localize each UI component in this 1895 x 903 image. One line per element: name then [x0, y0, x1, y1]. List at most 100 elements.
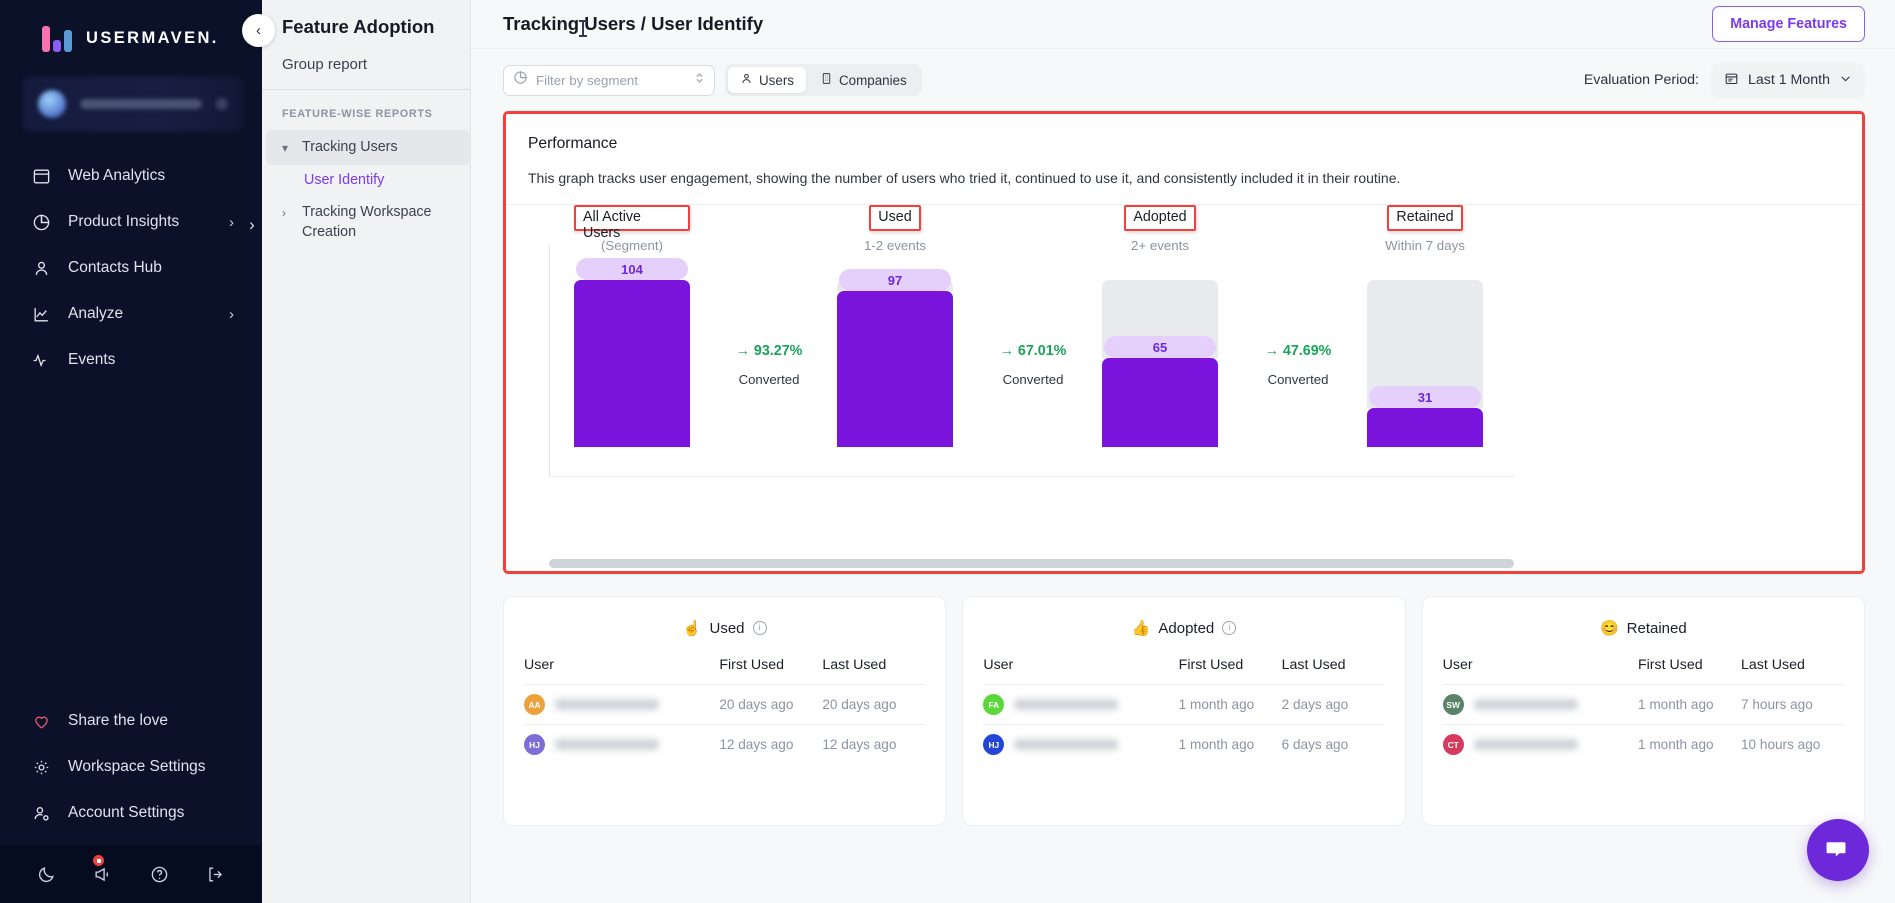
chart-x-axis	[549, 476, 1514, 477]
table-row[interactable]: AA 20 days ago 20 days ago	[524, 684, 926, 725]
first-used-cell: 1 month ago	[1637, 724, 1741, 764]
table-header-row: User First Used Last Used	[983, 657, 1384, 685]
workspace-avatar	[38, 90, 66, 118]
browser-icon	[30, 165, 52, 187]
avatar: AA	[524, 694, 545, 715]
column-title: All Active Users	[574, 205, 690, 241]
sidebar-item-tracking-workspace-creation[interactable]: › Tracking Workspace Creation	[266, 195, 470, 250]
chevron-updown-icon	[694, 71, 705, 90]
sidebar-item-account-settings[interactable]: Account Settings	[8, 791, 254, 835]
chevron-right-icon: ›	[282, 206, 286, 221]
last-used-cell: 6 days ago	[1281, 724, 1385, 764]
table-row[interactable]: FA 1 month ago 2 days ago	[983, 684, 1385, 725]
help-circle-icon[interactable]	[150, 865, 169, 884]
user-name-redacted	[555, 739, 659, 750]
conversion-percent: → 47.69%	[1233, 343, 1363, 359]
sidebar-item-workspace-settings[interactable]: Workspace Settings	[8, 745, 254, 789]
text-cursor	[579, 20, 587, 37]
funnel-column-retained: Retained Within 7 days 31	[1367, 205, 1483, 447]
control-bar-right: Evaluation Period: Last 1 Month	[1584, 62, 1865, 98]
column-header-first-used: First Used	[1178, 657, 1244, 673]
bar-fill[interactable]	[1102, 358, 1218, 447]
funnel-chart: All Active Users (Segment) 104 → 93.27% …	[506, 205, 1862, 571]
pulse-icon	[30, 349, 52, 371]
user-name-redacted	[1473, 739, 1578, 750]
user-name-redacted	[1014, 739, 1119, 750]
performance-section: Performance This graph tracks user engag…	[471, 111, 1895, 574]
brand-logo-area[interactable]: USERMAVEN.	[0, 0, 262, 70]
chat-support-button[interactable]	[1807, 819, 1869, 881]
user-card-adopted: 👍 Adopted i User First Used Last Used FA…	[962, 596, 1406, 826]
info-icon[interactable]: i	[752, 621, 767, 635]
sidebar-item-contacts-hub[interactable]: Contacts Hub	[8, 246, 254, 290]
moon-icon[interactable]	[37, 865, 56, 884]
chart-horizontal-scrollbar[interactable]	[549, 559, 1514, 568]
sidebar-item-analyze[interactable]: Analyze ›	[8, 292, 254, 336]
column-title: Retained	[1387, 205, 1463, 231]
user-name-redacted	[1473, 699, 1578, 710]
sidebar-item-tracking-users[interactable]: ▾ Tracking Users	[266, 130, 470, 166]
column-subtitle: Within 7 days	[1385, 238, 1465, 253]
bar-fill[interactable]	[837, 291, 953, 447]
card-title: Retained	[1626, 619, 1687, 637]
bar-value-label: 65	[1104, 336, 1216, 358]
building-icon	[820, 72, 833, 88]
table-row[interactable]: HJ 1 month ago 6 days ago	[983, 724, 1385, 764]
collapse-panel-button[interactable]: ‹	[242, 14, 275, 47]
toggle-companies-label: Companies	[838, 72, 907, 88]
table-row[interactable]: HJ 12 days ago 12 days ago	[524, 724, 926, 764]
first-used-cell: 1 month ago	[1637, 684, 1741, 725]
card-title-row: 😊 Retained	[1443, 613, 1844, 643]
first-used-cell: 1 month ago	[1178, 724, 1282, 764]
avatar: FA	[983, 694, 1005, 715]
logout-icon[interactable]	[206, 865, 225, 884]
sidebar-item-user-identify[interactable]: User Identify	[262, 165, 470, 195]
sidebar-label: Product Insights	[68, 213, 180, 230]
users-table: User First Used Last Used SW 1 month ago…	[1442, 657, 1844, 764]
chart-area-icon	[30, 303, 52, 325]
sidebar-item-share-the-love[interactable]: Share the love	[8, 699, 254, 743]
evaluation-period-select[interactable]: Last 1 Month	[1710, 62, 1865, 98]
bar-fill[interactable]	[574, 280, 690, 447]
control-bar-left: Filter by segment Users Companies	[503, 64, 922, 96]
sidebar-label: Web Analytics	[68, 167, 166, 184]
user-card-retained: 😊 Retained User First Used Last Used SW	[1421, 596, 1865, 826]
table-header-row: User First Used Last Used	[1443, 657, 1844, 685]
primary-sidebar: USERMAVEN. Web Analytics Product Insight…	[0, 0, 262, 903]
info-icon[interactable]: i	[1222, 621, 1237, 635]
column-title: Used	[869, 205, 921, 231]
main-nav: Web Analytics Product Insights › Contact…	[0, 154, 262, 382]
conversion-value: 67.01%	[1017, 343, 1067, 359]
notification-badge	[91, 853, 106, 868]
usermaven-logo-icon	[42, 24, 72, 52]
audience-toggle-group: Users Companies	[725, 64, 922, 96]
first-used-cell: 1 month ago	[1178, 684, 1282, 725]
column-title-row: All Active Users	[574, 205, 690, 241]
conversion-used-to-adopted: → 67.01% Converted	[968, 343, 1098, 387]
brand-name: USERMAVEN.	[86, 28, 219, 47]
first-used-cell: 20 days ago	[719, 684, 823, 725]
toggle-users[interactable]: Users	[728, 67, 806, 93]
conversion-percent: → 93.27%	[704, 343, 834, 359]
manage-features-button[interactable]: Manage Features	[1712, 6, 1865, 42]
workspace-chevron-icon	[216, 98, 228, 110]
toggle-companies[interactable]: Companies	[808, 67, 919, 93]
sidebar-label: Events	[68, 351, 116, 368]
last-used-cell: 2 days ago	[1281, 684, 1385, 725]
sidebar-item-web-analytics[interactable]: Web Analytics	[8, 154, 254, 198]
sidebar-item-events[interactable]: Events	[8, 338, 254, 382]
table-row[interactable]: SW 1 month ago 7 hours ago	[1442, 684, 1844, 725]
sidebar-item-group-report[interactable]: Group report	[262, 38, 470, 89]
calendar-icon	[1724, 71, 1739, 90]
bar-fill[interactable]	[1367, 408, 1483, 447]
bar-value-label: 31	[1369, 386, 1481, 408]
expand-sidebar-button[interactable]: ›	[240, 212, 264, 238]
sidebar-item-product-insights[interactable]: Product Insights ›	[8, 200, 254, 244]
table-row[interactable]: CT 1 month ago 10 hours ago	[1442, 724, 1844, 764]
workspace-name-blurred	[80, 99, 202, 109]
segment-filter-select[interactable]: Filter by segment	[503, 64, 715, 96]
funnel-column-used: Used 1-2 events 97	[837, 205, 953, 447]
workspace-switcher[interactable]	[22, 76, 244, 132]
card-title: Adopted	[1158, 619, 1215, 637]
performance-description: This graph tracks user engagement, showi…	[506, 153, 1862, 205]
